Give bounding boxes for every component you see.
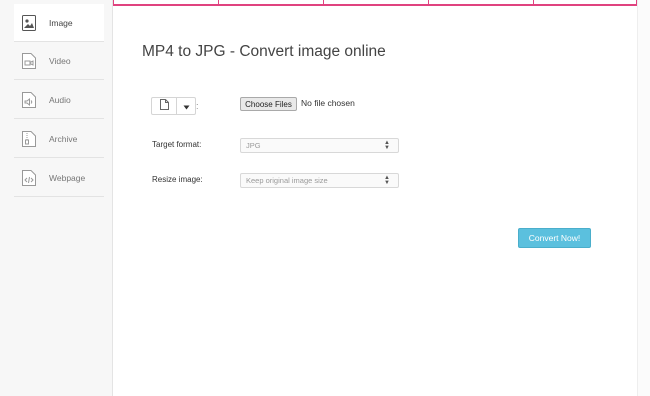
top-accent-tick <box>533 0 534 5</box>
audio-icon <box>22 91 36 108</box>
webpage-icon <box>22 169 36 186</box>
top-accent-bar <box>113 0 637 6</box>
sidebar-item-label: Audio <box>49 94 71 105</box>
file-status: No file chosen <box>301 98 355 108</box>
caret-down-icon <box>183 97 190 115</box>
archive-icon <box>22 130 36 147</box>
image-icon <box>22 14 36 31</box>
top-accent-tick <box>428 0 429 5</box>
convert-now-button[interactable]: Convert Now! <box>518 228 591 248</box>
top-accent-tick <box>218 0 219 5</box>
sidebar: Image Video Audio Archive Webpage <box>0 0 113 396</box>
sidebar-item-label: Webpage <box>49 172 86 183</box>
resize-image-select[interactable]: Keep original image size ▲ ▼ <box>240 173 399 188</box>
file-source-dropdown[interactable] <box>176 98 195 114</box>
sidebar-item-label: Video <box>49 55 71 66</box>
sidebar-item-archive[interactable]: Archive <box>14 120 104 158</box>
target-format-label: Target format: <box>152 140 202 149</box>
resize-image-value: Keep original image size <box>246 176 328 185</box>
video-icon <box>22 52 36 69</box>
page-title: MP4 to JPG - Convert image online <box>142 43 386 60</box>
select-arrows-icon: ▲ ▼ <box>384 140 390 151</box>
sidebar-item-webpage[interactable]: Webpage <box>14 159 104 197</box>
sidebar-item-image[interactable]: Image <box>14 4 104 42</box>
sidebar-item-video[interactable]: Video <box>14 42 104 80</box>
target-format-value: JPG <box>246 141 261 150</box>
choose-files-button[interactable]: Choose Files <box>240 97 297 111</box>
sidebar-item-label: Archive <box>49 133 78 144</box>
file-source-button[interactable] <box>152 98 176 114</box>
target-format-select[interactable]: JPG ▲ ▼ <box>240 138 399 153</box>
right-scroll-strip <box>637 0 650 396</box>
file-separator: : <box>196 101 199 111</box>
top-accent-tick <box>323 0 324 5</box>
select-arrows-icon: ▲ ▼ <box>384 175 390 186</box>
sidebar-item-audio[interactable]: Audio <box>14 81 104 119</box>
top-accent-line <box>113 4 637 6</box>
resize-image-label: Resize image: <box>152 175 203 184</box>
sidebar-item-label: Image <box>49 17 73 28</box>
file-icon <box>159 97 169 115</box>
file-source-group[interactable] <box>151 97 196 115</box>
top-accent-tick <box>113 0 114 5</box>
